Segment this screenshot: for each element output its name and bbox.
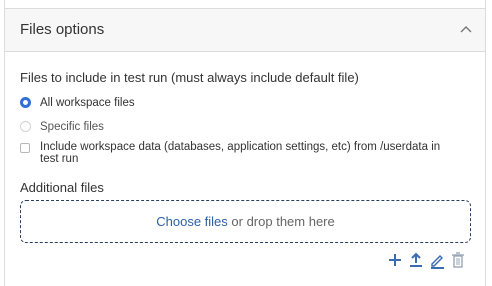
- include-workspace-data-checkbox[interactable]: Include workspace data (databases, appli…: [20, 141, 470, 167]
- additional-files-label: Additional files: [20, 180, 104, 195]
- file-dropzone[interactable]: Choose files or drop them here: [20, 200, 471, 243]
- radio-all-workspace-files[interactable]: All workspace files: [20, 97, 135, 109]
- radio-label: Specific files: [40, 121, 104, 133]
- files-options-panel: Files options Files to include in test r…: [4, 0, 486, 286]
- trash-icon[interactable]: [449, 251, 467, 269]
- radio-label: All workspace files: [40, 97, 135, 109]
- previous-panel-edge: [5, 0, 485, 9]
- panel-header[interactable]: Files options: [5, 9, 485, 52]
- choose-files-link[interactable]: Choose files: [156, 214, 228, 229]
- plus-icon[interactable]: [386, 251, 404, 269]
- chevron-up-icon[interactable]: [457, 21, 475, 39]
- files-include-label: Files to include in test run (must alway…: [20, 70, 359, 85]
- radio-unchecked-icon[interactable]: [20, 121, 31, 133]
- panel-title: Files options: [20, 21, 105, 38]
- radio-specific-files[interactable]: Specific files: [20, 121, 104, 133]
- radio-checked-icon[interactable]: [20, 97, 31, 109]
- upload-icon[interactable]: [407, 251, 425, 269]
- drop-hint: or drop them here: [227, 214, 335, 229]
- edit-icon[interactable]: [428, 251, 446, 269]
- checkbox-label: Include workspace data (databases, appli…: [40, 141, 441, 165]
- checkbox-icon[interactable]: [20, 143, 30, 153]
- file-toolbar: [383, 251, 467, 269]
